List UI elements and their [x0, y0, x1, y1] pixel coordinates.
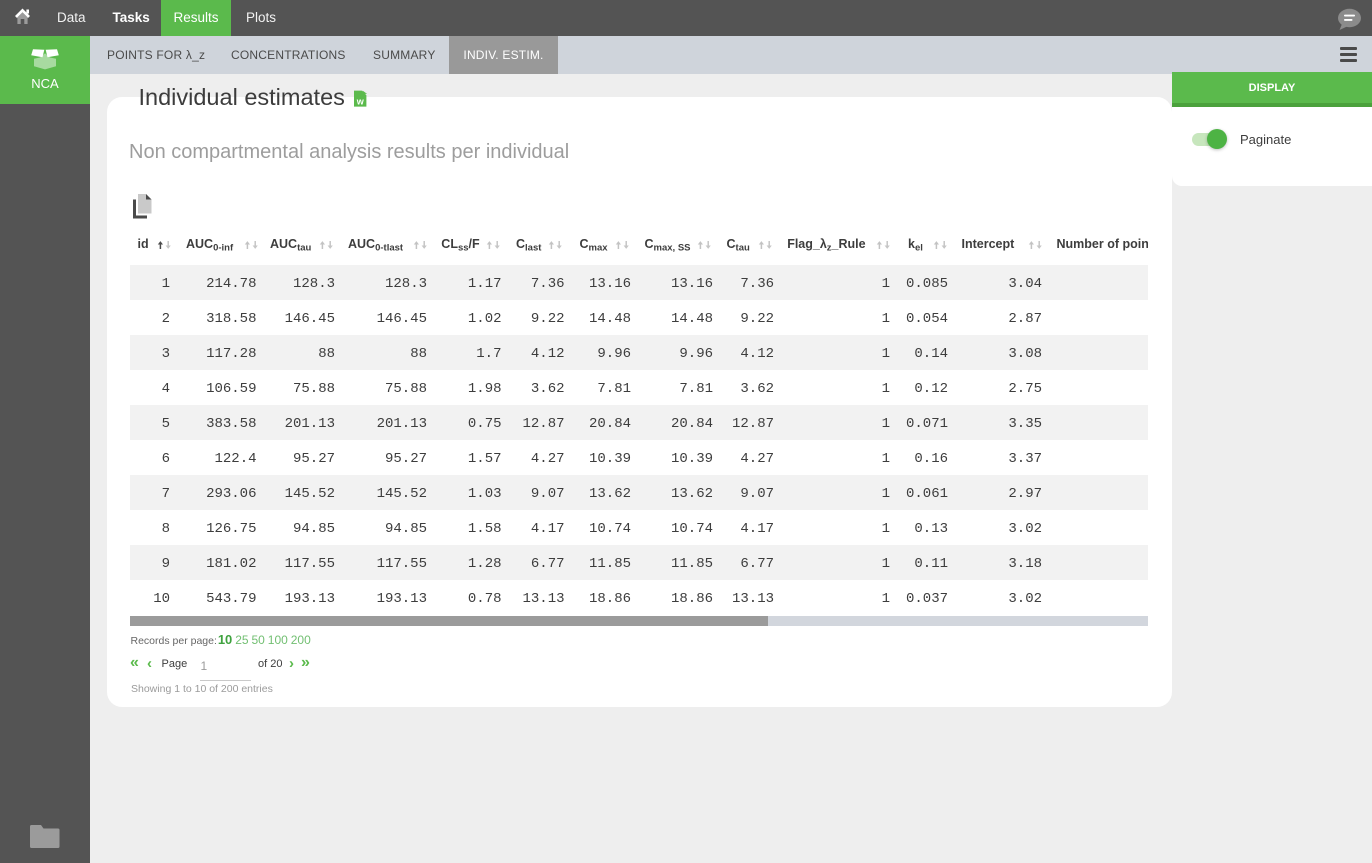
svg-text:w: w [355, 96, 364, 106]
